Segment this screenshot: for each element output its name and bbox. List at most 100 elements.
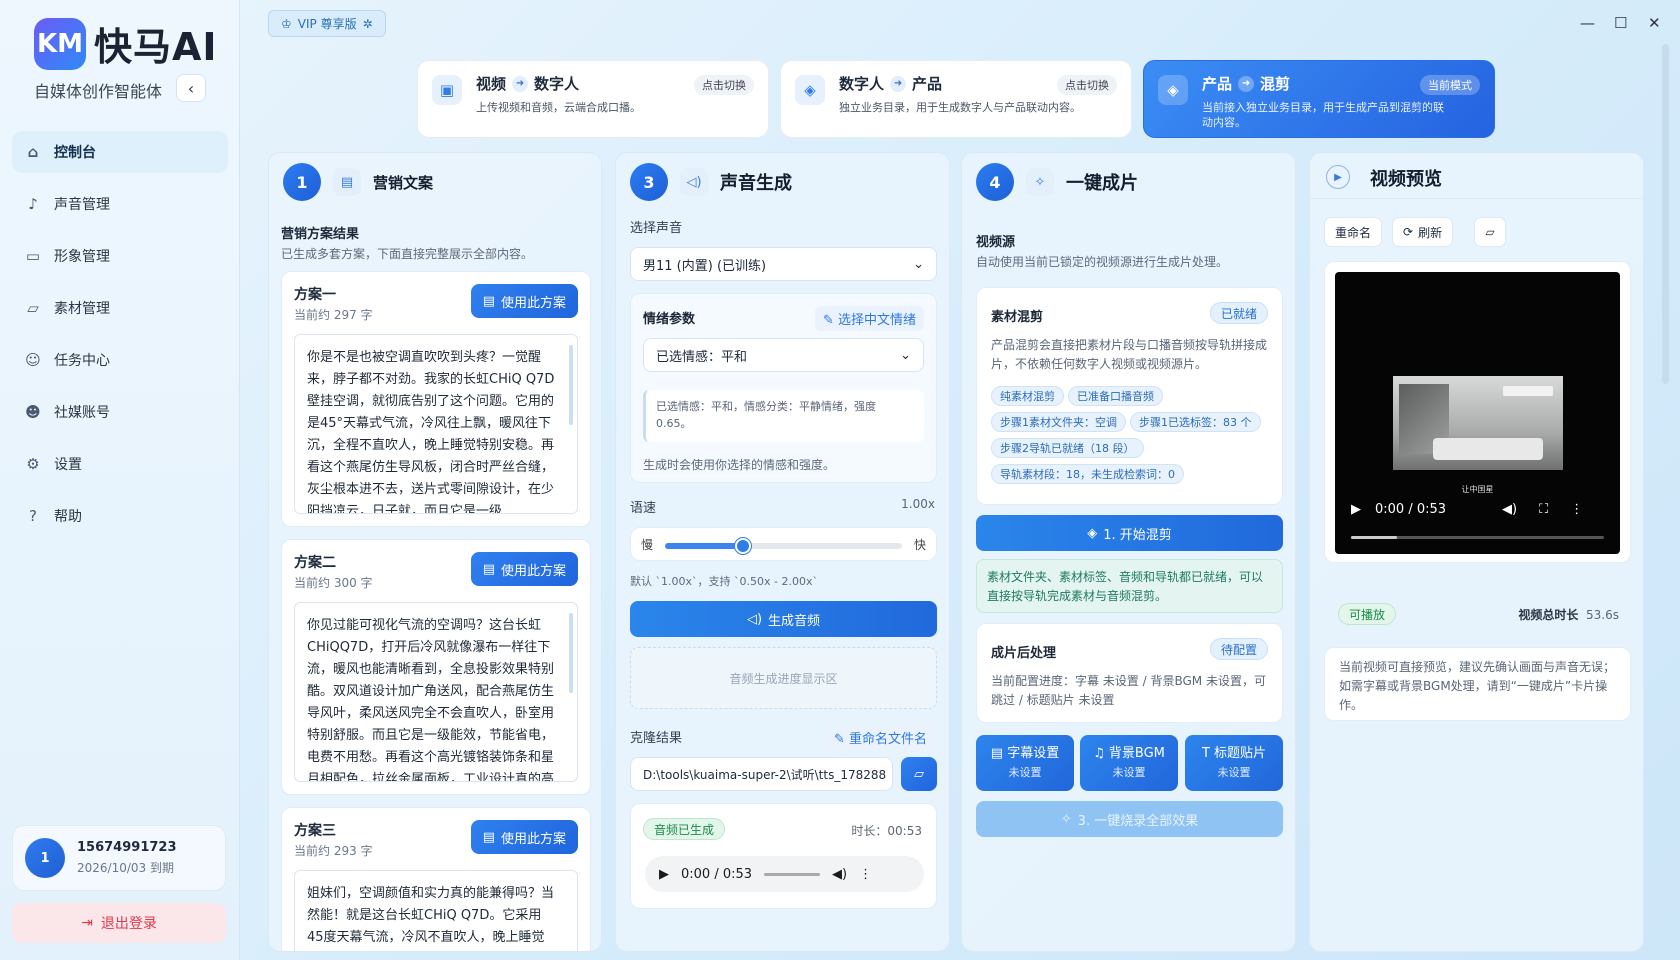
sidebar-item-help[interactable]: ? 帮助 (12, 495, 228, 537)
mode-desc: 上传视频和音频，云端合成口播。 (476, 101, 641, 114)
mode-switch-badge[interactable]: 点击切换 (694, 75, 754, 95)
open-folder-button[interactable]: ▱ (901, 757, 937, 791)
mode-switch-badge[interactable]: 点击切换 (1057, 75, 1117, 95)
plan-textarea[interactable]: 你是不是也被空调直吹吹到头疼？一觉醒来，脖子都不对劲。我家的长虹CHiQ Q7D… (294, 334, 578, 514)
generate-audio-label: 生成音频 (768, 613, 821, 629)
audio-duration: 时长：00:53 (851, 824, 922, 838)
plan-textarea[interactable]: 姐妹们，空调颜值和实力真的能兼得吗？当然能！就是这台长虹CHiQ Q7D。它采用… (294, 870, 578, 951)
burn-effects-button[interactable]: ✧ 3. 一键烧录全部效果 (976, 801, 1283, 837)
mic-icon: ♪ (28, 195, 38, 213)
crown-icon: ♔ (281, 16, 292, 31)
sidebar-item-label: 社媒账号 (54, 405, 110, 421)
open-folder-button[interactable]: ▱ (1474, 217, 1506, 247)
collapse-sidebar-button[interactable]: ‹ (176, 74, 206, 102)
use-plan-label: 使用此方案 (500, 563, 566, 579)
mode-from: 数字人 (839, 75, 885, 93)
slider-handle[interactable] (735, 538, 752, 554)
sidebar-item-label: 素材管理 (54, 301, 110, 317)
tag-chip: 已准备口播音频 (1068, 386, 1163, 406)
sidebar-nav: ⌂ 控制台 ♪ 声音管理 ▭ 形象管理 ▱ 素材管理 ☺ 任务中心 ☻ 社媒账号 ⚙ 设置 ?… (12, 131, 228, 547)
video-progress-buffered (1351, 536, 1397, 539)
emotion-title: 情绪参数 (643, 312, 696, 327)
folder-icon: ▱ (27, 299, 39, 317)
video-caption: 让中国星 (1461, 485, 1494, 494)
app-logo: KM 快马AI (34, 16, 218, 71)
speed-label: 语速 (630, 501, 657, 516)
more-options-icon[interactable]: ⋮ (1570, 502, 1583, 517)
emotion-value: 已选情感：平和 (656, 349, 748, 365)
video-player[interactable]: 让中国星 ▶ 0:00 / 0:53 ◀) ⛶ ⋮ (1335, 272, 1620, 554)
speed-slow: 慢 (641, 538, 654, 552)
start-mix-button[interactable]: ◈ 1. 开始混剪 (976, 515, 1283, 551)
rename-file-link[interactable]: ✎ 重命名文件名 (825, 725, 935, 750)
subtitle-settings-button[interactable]: ▤ 字幕设置 未设置 (976, 735, 1074, 791)
play-icon[interactable]: ▶ (659, 867, 669, 882)
slider-track[interactable] (665, 538, 902, 554)
use-plan-button[interactable]: ▤ 使用此方案 (470, 552, 578, 586)
textarea-scrollbar[interactable] (569, 613, 573, 693)
video-progress-track[interactable] (1351, 536, 1604, 539)
sidebar-item-material[interactable]: ▱ 素材管理 (12, 287, 228, 329)
video-source-sub: 自动使用当前已锁定的视频源进行生成片处理。 (976, 255, 1229, 269)
generate-audio-button[interactable]: ◁) 生成音频 (630, 601, 937, 637)
arrow-right-icon: ➜ (1238, 75, 1255, 92)
use-plan-button[interactable]: ▤ 使用此方案 (470, 820, 578, 854)
audio-player[interactable]: ▶ 0:00 / 0:53 ◀) ⋮ (645, 856, 924, 892)
tool-label: 背景BGM (1108, 746, 1165, 761)
mode-card-video-digital[interactable]: ▣ 视频 ➜ 数字人 上传视频和音频，云端合成口播。 点击切换 (417, 60, 769, 138)
speed-slider[interactable]: 慢 快 (630, 527, 937, 561)
close-window-button[interactable]: ✕ (1648, 14, 1661, 32)
layers-icon: ◈ (1087, 525, 1098, 541)
audio-progress-track[interactable] (764, 872, 821, 876)
play-icon[interactable]: ▶ (1351, 502, 1361, 517)
vip-label: VIP 尊享版 (297, 17, 357, 31)
clone-path-input[interactable]: D:\tools\kuaima-super-2\试听\tts_178288 (630, 757, 893, 791)
use-plan-label: 使用此方案 (500, 295, 566, 311)
emotion-info: 已选情感：平和，情感分类：平静情绪，强度 0.65。 (643, 390, 924, 442)
fullscreen-icon[interactable]: ⛶ (1539, 502, 1548, 517)
title-overlay-button[interactable]: T 标题贴片 未设置 (1185, 735, 1283, 791)
video-controls: ▶ 0:00 / 0:53 ◀) ⛶ ⋮ (1351, 502, 1583, 517)
maximize-button[interactable]: ☐ (1614, 14, 1627, 32)
choose-emotion-link[interactable]: ✎ 选择中文情绪 (814, 306, 924, 331)
emotion-select[interactable]: 已选情感：平和 ⌄ (643, 338, 924, 372)
audio-result-card: 音频已生成 时长：00:53 ▶ 0:00 / 0:53 ◀) ⋮ (630, 803, 937, 909)
chevron-down-icon: ⌄ (900, 347, 911, 363)
rename-file-label: 重命名文件名 (848, 732, 927, 747)
audio-time: 0:00 / 0:53 (681, 866, 753, 882)
sidebar-item-avatar[interactable]: ▭ 形象管理 (12, 235, 228, 277)
more-options-icon[interactable]: ⋮ (859, 867, 872, 882)
play-circle-icon: ▶ (1326, 165, 1350, 189)
video-frame: 让中国星 ▶ 0:00 / 0:53 ◀) ⛶ ⋮ (1324, 261, 1631, 563)
bgm-settings-button[interactable]: ♫ 背景BGM 未设置 (1080, 735, 1178, 791)
sidebar-item-settings[interactable]: ⚙ 设置 (12, 443, 228, 485)
post-process-card: 成片后处理 待配置 当前配置进度：字幕 未设置 / 背景BGM 未设置，可跳过 … (976, 623, 1283, 723)
plan-textarea[interactable]: 你见过能可视化气流的空调吗？这台长虹CHiQQ7D，打开后冷风就像瀑布一样往下流… (294, 602, 578, 782)
sidebar-item-voice[interactable]: ♪ 声音管理 (12, 183, 228, 225)
minimize-button[interactable]: — (1580, 14, 1595, 32)
use-plan-button[interactable]: ▤ 使用此方案 (470, 284, 578, 318)
mode-card-digital-product[interactable]: ◈ 数字人 ➜ 产品 独立业务目录，用于生成数字人与产品联动内容。 点击切换 (780, 60, 1132, 138)
volume-icon[interactable]: ◀) (1502, 502, 1517, 517)
mode-to: 产品 (912, 75, 943, 93)
voice-select[interactable]: 男11 (内置) (已训练) ⌄ (630, 247, 937, 281)
panel-title: 视频预览 (1370, 169, 1442, 190)
sidebar-item-tasks[interactable]: ☺ 任务中心 (12, 339, 228, 381)
audio-progress-area: 音频生成进度显示区 (630, 647, 937, 709)
sidebar-item-console[interactable]: ⌂ 控制台 (12, 131, 228, 173)
plan-title: 方案三 (294, 823, 336, 839)
user-card[interactable]: 1 15674991723 2026/10/03 到期 (12, 825, 226, 891)
logout-button[interactable]: ⇥ 退出登录 (12, 903, 226, 943)
page-scrollbar[interactable] (1662, 44, 1669, 384)
mode-card-product-mix[interactable]: ◈ 产品 ➜ 混剪 当前接入独立业务目录，用于生成产品到混剪的联动内容。 当前模式 (1143, 60, 1495, 138)
speed-hint: 默认 `1.00x`，支持 `0.50x - 2.00x` (630, 575, 818, 588)
sidebar-item-social[interactable]: ☻ 社媒账号 (12, 391, 228, 433)
sidebar-item-label: 设置 (54, 457, 82, 473)
video-frame-image (1393, 376, 1563, 470)
volume-icon[interactable]: ◀) (832, 867, 847, 882)
refresh-button[interactable]: ⟳ 刷新 (1392, 217, 1454, 247)
help-icon: ? (29, 507, 37, 525)
textarea-scrollbar[interactable] (569, 345, 573, 425)
mode-from: 产品 (1202, 75, 1233, 93)
rename-button[interactable]: 重命名 (1324, 217, 1383, 247)
